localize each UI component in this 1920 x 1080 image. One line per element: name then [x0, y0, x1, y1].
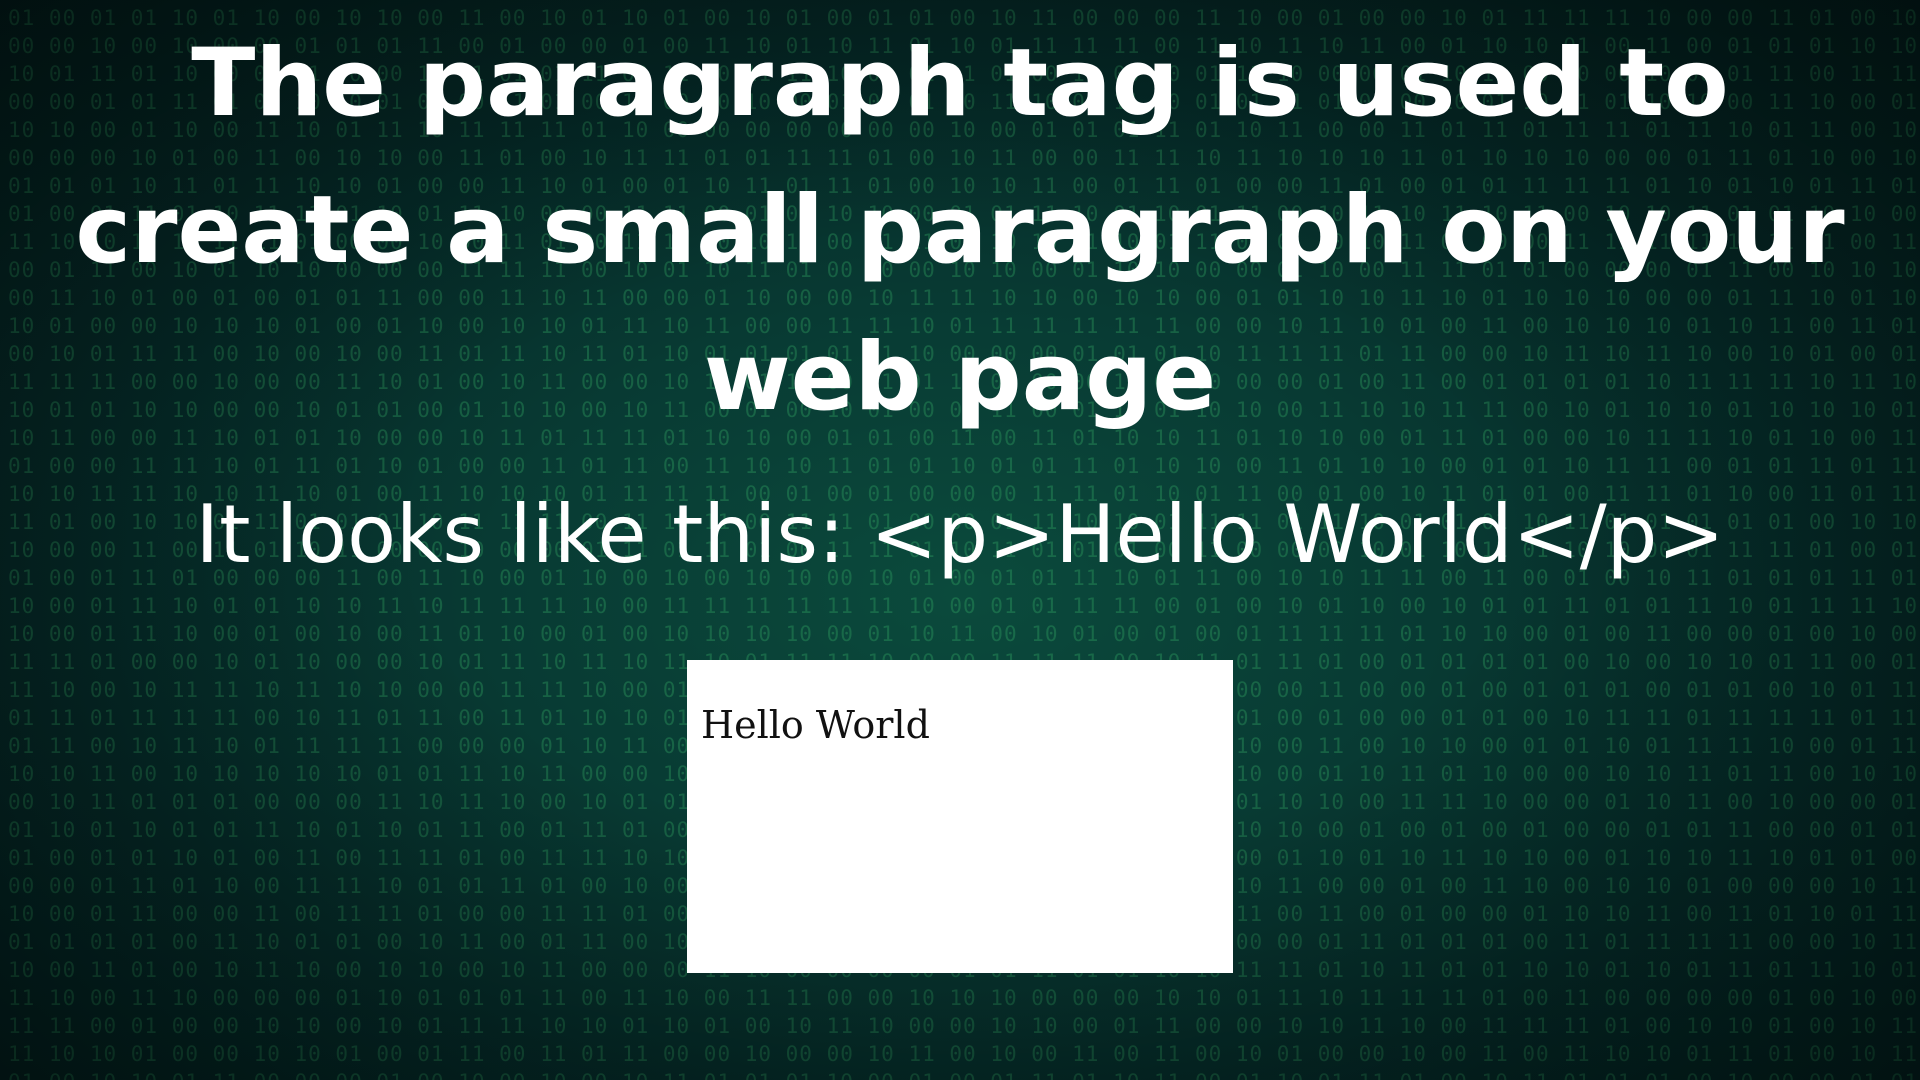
page-heading: The paragraph tag is used to create a sm…	[75, 29, 1845, 432]
rendered-preview-panel: Hello World	[687, 660, 1233, 973]
example-caption: It looks like this: <p>Hello World</p>	[195, 488, 1725, 581]
rendered-paragraph: Hello World	[701, 703, 930, 747]
